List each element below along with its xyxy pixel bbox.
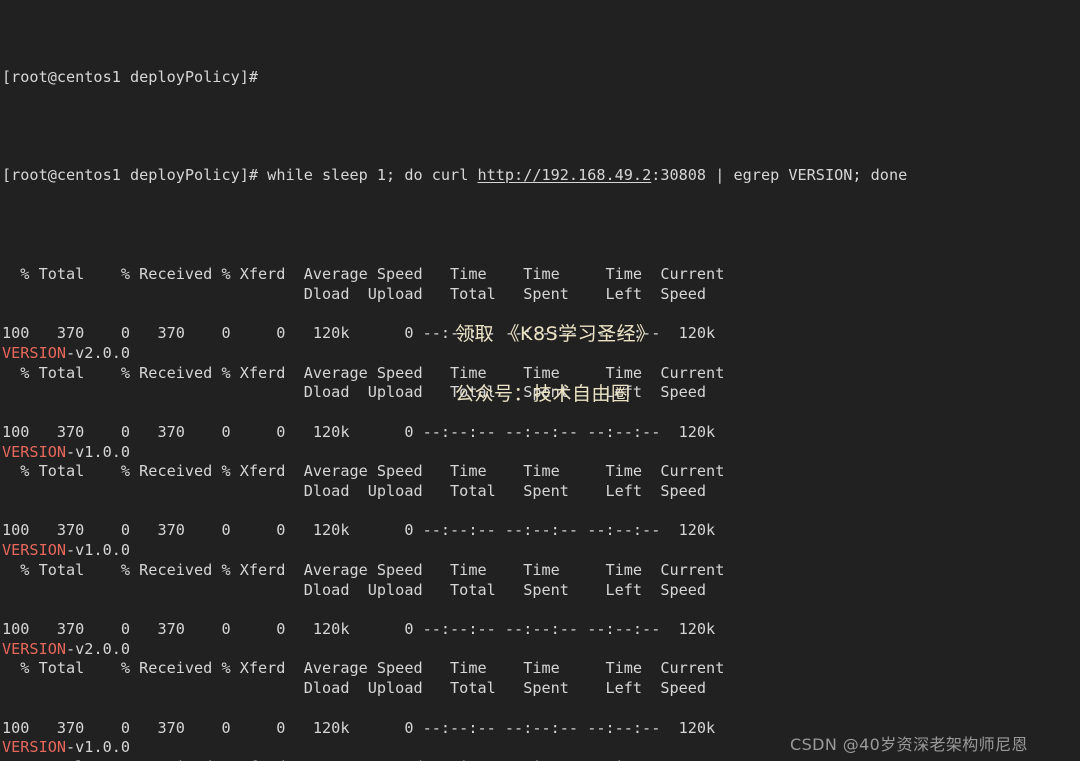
curl-stats-text: 100 370 0 370 0 0 120k 0 --:--:-- --:--:… <box>2 620 716 638</box>
curl-stats-text: 100 370 0 370 0 0 120k 0 --:--:-- --:--:… <box>2 324 716 343</box>
terminal-screen: [root@centos1 deployPolicy]# [root@cento… <box>0 0 1080 761</box>
grep-match-keyword: VERSION <box>2 442 67 461</box>
curl-header-labels-primary: % Total % Received % Xferd Average Speed… <box>2 560 725 579</box>
curl-header-row-2: Dload Upload Total Spent Left Speed <box>0 482 1080 502</box>
curl-header-row-2: Dload Upload Total Spent Left Speed <box>0 285 1080 305</box>
command-text-after-url: :30808 | egrep VERSION; done <box>651 166 908 185</box>
grep-match-keyword: VERSION <box>2 541 67 560</box>
grep-match-row: VERSION-v2.0.0 <box>0 344 1080 364</box>
curl-header-labels-primary: % Total % Received % Xferd Average Speed… <box>2 659 725 678</box>
version-value: -v2.0.0 <box>66 343 131 362</box>
curl-blank-row <box>0 600 1080 620</box>
terminal-line-command: [root@centos1 deployPolicy]# while sleep… <box>0 166 1080 186</box>
curl-stats-row: 100 370 0 370 0 0 120k 0 --:--:-- --:--:… <box>0 719 1080 739</box>
curl-header-labels-secondary: Dload Upload Total Spent Left Speed <box>2 481 707 500</box>
curl-header-row-2: Dload Upload Total Spent Left Speed <box>0 679 1080 699</box>
curl-stats-text: 100 370 0 370 0 0 120k 0 --:--:-- --:--:… <box>2 521 716 540</box>
command-url-link[interactable]: http://192.168.49.2 <box>477 166 651 184</box>
curl-stats-text: 100 370 0 370 0 0 120k 0 --:--:-- --:--:… <box>2 718 716 737</box>
curl-stats-row: 100 370 0 370 0 0 120k 0 --:--:-- --:--:… <box>0 324 1080 344</box>
curl-header-row-1: % Total % Received % Xferd Average Speed… <box>0 462 1080 482</box>
shell-prompt: [root@centos1 deployPolicy]# <box>2 166 259 185</box>
version-value: -v1.0.0 <box>66 442 131 461</box>
curl-header-row-1: % Total % Received % Xferd Average Speed… <box>0 659 1080 679</box>
curl-header-row-1: % Total % Received % Xferd Average Speed… <box>0 265 1080 285</box>
terminal-window[interactable]: [root@centos1 deployPolicy]# [root@cento… <box>0 0 1080 761</box>
version-value: -v1.0.0 <box>66 541 131 560</box>
curl-header-row-1: % Total % Received % Xferd Average Speed… <box>0 561 1080 581</box>
version-value: -v1.0.0 <box>66 738 131 757</box>
grep-match-row: VERSION-v1.0.0 <box>0 541 1080 561</box>
curl-stats-text: 100 370 0 370 0 0 120k 0 --:--:-- --:--:… <box>2 422 716 441</box>
grep-match-keyword: VERSION <box>2 639 67 658</box>
command-text-before-url: while sleep 1; do curl <box>258 166 478 185</box>
curl-header-labels-primary: % Total % Received % Xferd Average Speed… <box>2 363 725 382</box>
curl-stats-row: 100 370 0 370 0 0 120k 0 --:--:-- --:--:… <box>0 620 1080 640</box>
curl-output-blocks: % Total % Received % Xferd Average Speed… <box>0 265 1080 761</box>
curl-header-labels-secondary: Dload Upload Total Spent Left Speed <box>2 383 707 402</box>
grep-match-row: VERSION-v1.0.0 <box>0 443 1080 463</box>
grep-match-keyword: VERSION <box>2 343 67 362</box>
curl-blank-row <box>0 502 1080 522</box>
grep-match-row: VERSION-v1.0.0 <box>0 738 1080 758</box>
curl-stats-row: 100 370 0 370 0 0 120k 0 --:--:-- --:--:… <box>0 521 1080 541</box>
shell-prompt-clipped: [root@centos1 deployPolicy]# <box>2 67 259 86</box>
curl-blank-row <box>0 403 1080 423</box>
curl-header-labels-secondary: Dload Upload Total Spent Left Speed <box>2 679 707 698</box>
curl-header-labels-secondary: Dload Upload Total Spent Left Speed <box>2 284 707 303</box>
curl-stats-row: 100 370 0 370 0 0 120k 0 --:--:-- --:--:… <box>0 423 1080 443</box>
curl-blank-row <box>0 305 1080 325</box>
curl-header-row-2: Dload Upload Total Spent Left Speed <box>0 383 1080 403</box>
version-value: -v2.0.0 <box>66 639 131 658</box>
curl-header-labels-primary: % Total % Received % Xferd Average Speed… <box>2 265 725 284</box>
curl-blank-row <box>0 699 1080 719</box>
curl-header-labels-secondary: Dload Upload Total Spent Left Speed <box>2 580 707 599</box>
curl-header-labels-primary: % Total % Received % Xferd Average Speed… <box>2 462 725 481</box>
grep-match-keyword: VERSION <box>2 738 67 757</box>
curl-header-row-2: Dload Upload Total Spent Left Speed <box>0 581 1080 601</box>
terminal-line-prompt-clipped: [root@centos1 deployPolicy]# <box>0 68 1080 88</box>
curl-header-row-1: % Total % Received % Xferd Average Speed… <box>0 364 1080 384</box>
grep-match-row: VERSION-v2.0.0 <box>0 640 1080 660</box>
